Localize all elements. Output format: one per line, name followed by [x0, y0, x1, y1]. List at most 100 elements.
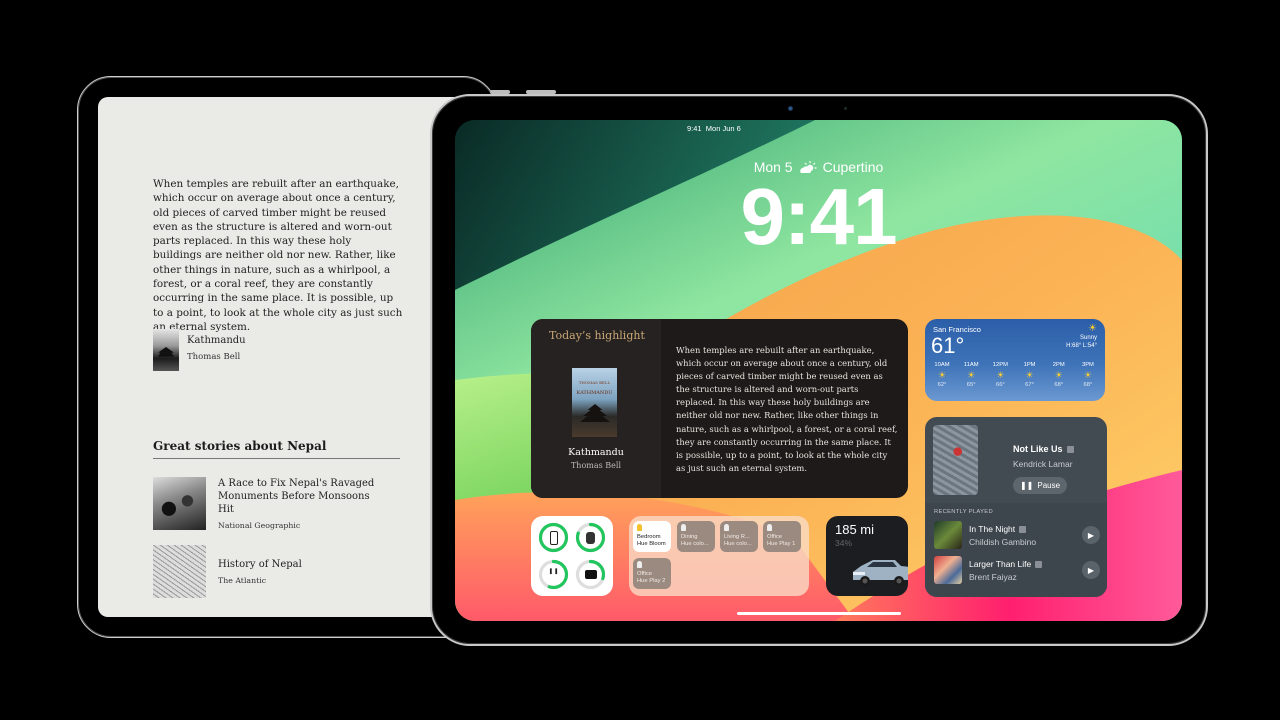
weather-hi-lo: H:68° L:54° — [1066, 343, 1097, 349]
story-source: The Atlantic — [218, 576, 267, 585]
car-widget[interactable]: 185 mi 34% — [826, 516, 908, 596]
light-tile[interactable]: Bedroom Hue Bloom — [633, 521, 671, 552]
status-time: 9:41 — [687, 124, 702, 133]
story-title: History of Nepal — [218, 559, 302, 570]
recent-track[interactable]: Larger Than Life Brent Faiyaz ▶ — [934, 556, 1100, 584]
hour-forecast: 1PM ☀ 67° — [1017, 362, 1043, 388]
stage: When temples are rebuilt after an earthq… — [0, 0, 1280, 720]
cover-author: THOMAS BELL — [578, 380, 611, 385]
airpods-icon: ╹╹ — [548, 569, 559, 579]
battery-ring: ╹╹ — [538, 559, 569, 590]
pause-icon: ❚❚ — [1019, 481, 1034, 490]
hour-forecast: 12PM ☀ 66° — [987, 362, 1013, 388]
hourly-forecast: 10AM ☀ 62° 11AM ☀ 65° 12PM ☀ 66° 1PM ☀ 67° 2PM ☀ 6… — [929, 362, 1101, 388]
battery-ring — [575, 522, 606, 553]
volume-button — [490, 90, 510, 94]
track-artist: Brent Faiyaz — [969, 571, 1017, 582]
pause-button[interactable]: ❚❚ Pause — [1013, 477, 1067, 494]
explicit-badge-icon — [1019, 525, 1027, 533]
hour-temp: 68° — [1054, 382, 1064, 388]
hour-temp: 67° — [1025, 382, 1034, 388]
battery-ring — [575, 559, 606, 590]
watch-icon — [575, 522, 606, 553]
cover-title: KATHMANDU — [576, 390, 613, 396]
hour-forecast: 3PM ☀ 68° — [1075, 362, 1101, 388]
bulb-icon — [637, 524, 642, 531]
case-icon — [575, 559, 606, 590]
story-title: A Race to Fix Nepal's Ravaged Monuments … — [218, 478, 375, 515]
story-item[interactable]: A Race to Fix Nepal's Ravaged Monuments … — [153, 477, 388, 530]
light-room: Office — [637, 571, 653, 577]
book-title: Kathmandu — [187, 335, 246, 346]
light-device: Hue colo... — [681, 541, 709, 547]
reader-book-card[interactable]: Kathmandu Thomas Bell — [153, 329, 246, 371]
light-room: Bedroom — [637, 534, 661, 540]
music-widget[interactable]: Not Like Us Kendrick Lamar ❚❚ Pause RECE… — [925, 417, 1107, 597]
sun-icon: ☀ — [996, 370, 1005, 380]
pagoda-illustration — [580, 404, 610, 422]
light-device: Hue Play 2 — [637, 578, 666, 584]
light-tile[interactable]: Office Hue Play 1 — [763, 521, 801, 552]
light-tile[interactable]: Dining Hue colo... — [677, 521, 715, 552]
track-title: In The Night — [969, 524, 1082, 534]
light-tile[interactable]: Office Hue Play 2 — [633, 558, 671, 589]
light-device: Hue colo... — [724, 541, 752, 547]
play-button[interactable]: ▶ — [1082, 561, 1100, 579]
highlight-excerpt: When temples are rebuilt after an earthq… — [676, 345, 898, 473]
lock-screen: 9:41 Mon Jun 6 Mon 5 Cupertino 9:41 Toda… — [455, 120, 1182, 621]
sun-icon: ☀ — [1088, 323, 1097, 334]
reader-screen: When temples are rebuilt after an earthq… — [98, 97, 458, 617]
highlight-heading: Today’s highlight — [549, 329, 645, 342]
play-icon: ▶ — [1087, 530, 1095, 540]
battery-ring — [538, 522, 569, 553]
weather-condition: Sunny — [1079, 335, 1097, 341]
bulb-icon — [767, 524, 772, 531]
play-button[interactable]: ▶ — [1082, 526, 1100, 544]
recent-track[interactable]: In The Night Childish Gambino ▶ — [934, 521, 1100, 549]
lock-clock: 9:41 — [740, 172, 897, 261]
story-item[interactable]: History of Nepal The Atlantic — [153, 545, 388, 598]
book-author: Thomas Bell — [187, 352, 241, 362]
now-playing-title: Not Like Us — [1013, 444, 1074, 454]
home-indicator[interactable] — [737, 612, 901, 615]
track-title: Larger Than Life — [969, 559, 1082, 569]
weather-temp: 61° — [931, 333, 965, 358]
hour-temp: 62° — [937, 382, 947, 388]
car-range: 185 mi — [835, 522, 875, 537]
ambient-sensor — [844, 107, 847, 110]
bulb-icon — [724, 524, 729, 531]
story-thumbnail — [153, 545, 206, 598]
weather-widget[interactable]: San Francisco 61° ☀ Sunny H:68° L:54° 10… — [925, 319, 1105, 401]
front-camera — [788, 106, 793, 111]
light-room: Living R... — [724, 534, 750, 540]
explicit-badge-icon — [1066, 446, 1074, 454]
story-thumbnail — [153, 477, 206, 530]
light-tile[interactable]: Living R... Hue colo... — [720, 521, 758, 552]
batteries-widget[interactable]: ╹╹ — [531, 516, 613, 596]
hour-forecast: 2PM ☀ 68° — [1046, 362, 1072, 388]
light-device: Hue Play 1 — [767, 541, 796, 547]
track-artist: Childish Gambino — [969, 536, 1037, 547]
pause-label: Pause — [1037, 481, 1061, 490]
stories-heading: Great stories about Nepal — [153, 439, 400, 459]
recently-played-label: RECENTLY PLAYED — [934, 509, 993, 515]
track-art — [934, 521, 962, 549]
light-room: Office — [767, 534, 783, 540]
hour-temp: 66° — [995, 382, 1005, 388]
sun-icon: ☀ — [937, 370, 947, 380]
truck-icon — [853, 560, 908, 586]
highlight-book-title: Kathmandu — [568, 447, 624, 458]
hour-temp: 65° — [966, 382, 976, 388]
home-widget[interactable]: Bedroom Hue Bloom Dining Hue colo... Livin… — [629, 516, 809, 596]
volume-button — [526, 90, 556, 94]
now-playing-artist: Kendrick Lamar — [1013, 459, 1073, 469]
highlight-widget[interactable]: Today’s highlight THOMAS BELL KATHMANDU … — [531, 319, 908, 498]
car-charge: 34% — [835, 538, 853, 548]
story-source: National Geographic — [218, 521, 301, 530]
bulb-icon — [637, 561, 642, 568]
sun-icon: ☀ — [1083, 370, 1092, 380]
track-art — [934, 556, 962, 584]
light-device: Hue Bloom — [637, 541, 666, 547]
sun-icon: ☀ — [1025, 370, 1034, 380]
status-date: Mon Jun 6 — [705, 124, 741, 133]
